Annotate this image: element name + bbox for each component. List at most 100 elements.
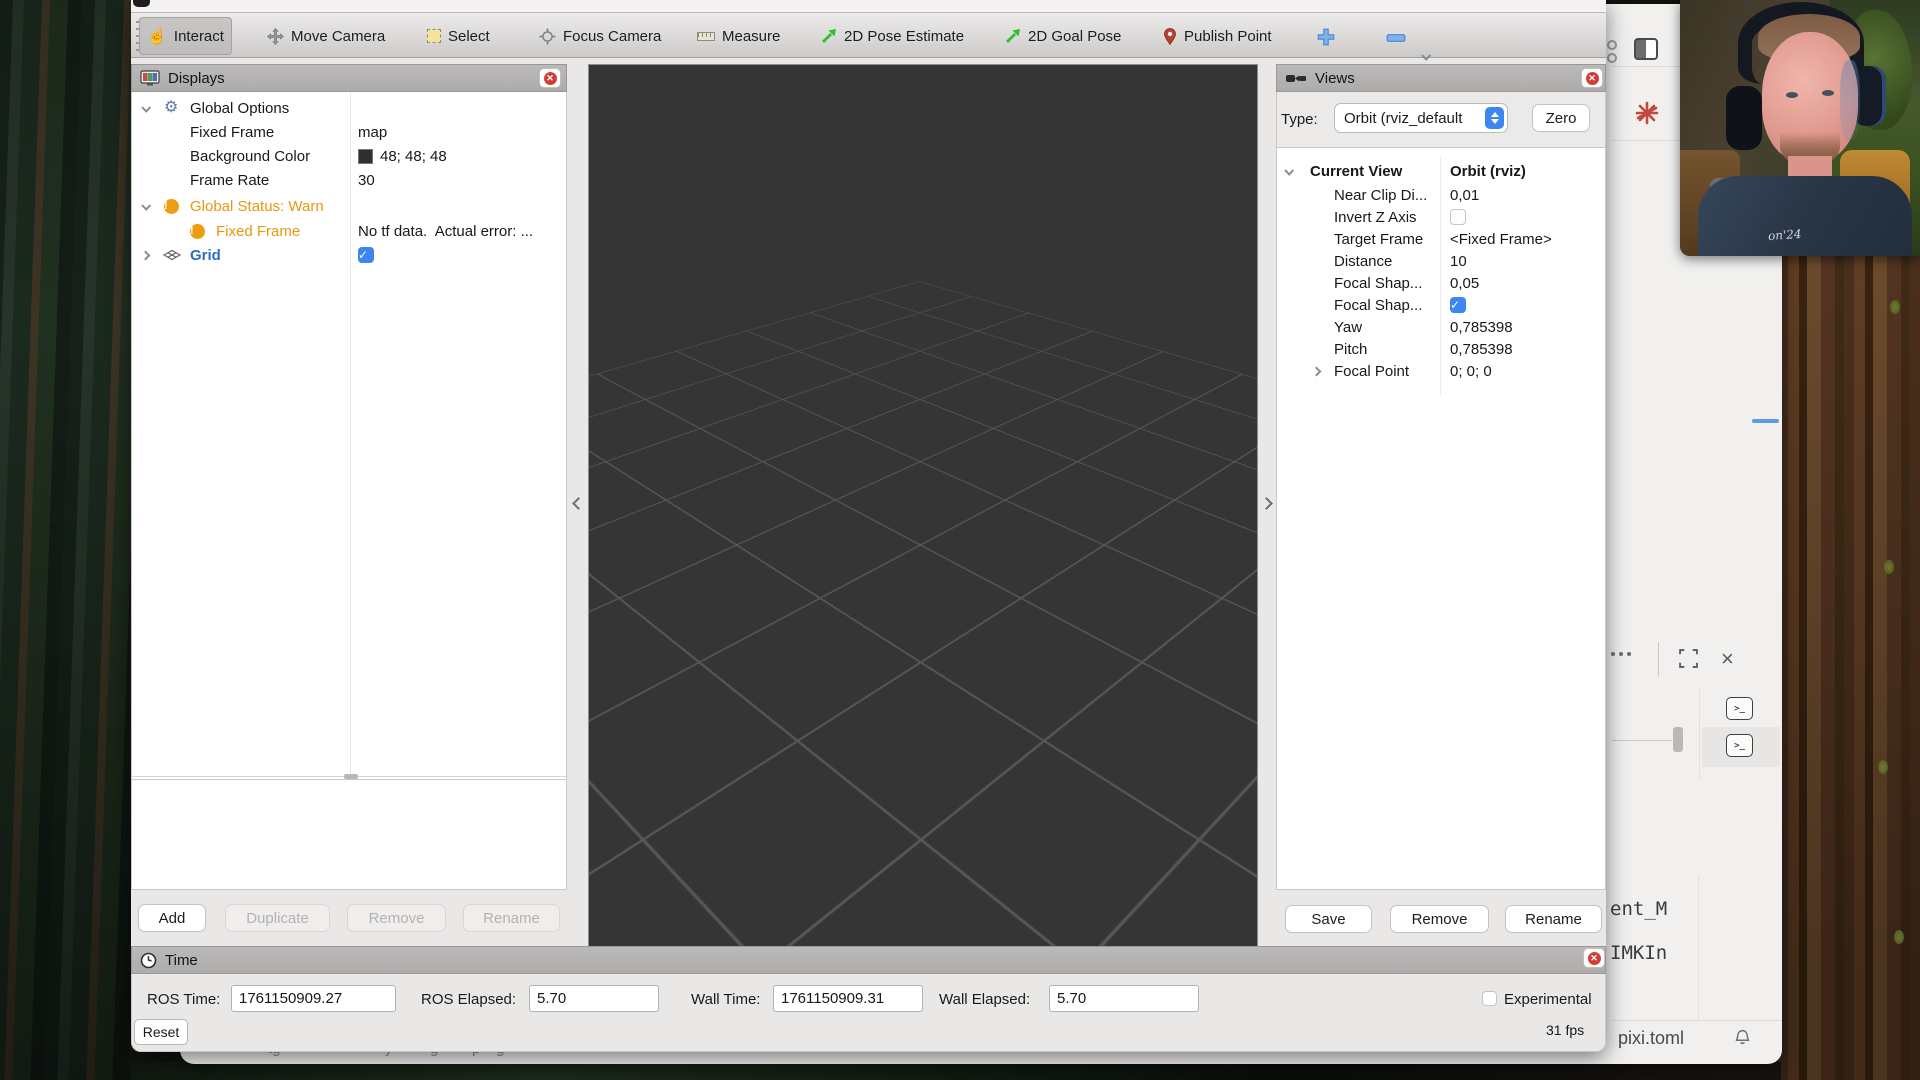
panel-divider bbox=[1698, 875, 1699, 1020]
property-row-frame-rate[interactable]: Frame Rate 30 bbox=[132, 168, 566, 192]
tool-measure[interactable]: Measure bbox=[689, 17, 788, 55]
grid-enabled-checkbox[interactable]: ✓ bbox=[358, 247, 374, 263]
expander-icon[interactable] bbox=[141, 102, 151, 112]
property-label: Focal Shap... bbox=[1334, 275, 1422, 292]
3d-viewport[interactable] bbox=[588, 64, 1258, 948]
tool-label: Publish Point bbox=[1184, 28, 1272, 45]
add-display-button[interactable]: Add bbox=[139, 905, 205, 931]
property-value[interactable]: <Fixed Frame> bbox=[1450, 231, 1552, 248]
remove-display-button[interactable]: Remove bbox=[348, 905, 445, 931]
property-label: Focal Shap... bbox=[1334, 297, 1422, 314]
rename-display-button[interactable]: Rename bbox=[464, 905, 559, 931]
view-row-focal-point[interactable]: Focal Point 0; 0; 0 bbox=[1277, 360, 1605, 382]
goal-pose-arrow-icon bbox=[1005, 28, 1021, 44]
remove-view-button[interactable]: Remove bbox=[1391, 906, 1488, 932]
property-row-global-options[interactable]: ⚙ Global Options bbox=[132, 96, 566, 120]
property-label: Grid bbox=[190, 247, 221, 264]
property-label: Fixed Frame bbox=[190, 124, 274, 141]
splitter-handle[interactable] bbox=[344, 774, 358, 779]
view-row-current-view[interactable]: Current View Orbit (rviz) bbox=[1277, 160, 1605, 182]
view-row-focal-shape-fixed[interactable]: Focal Shap... ✓ bbox=[1277, 294, 1605, 316]
collapse-left-panel-arrow[interactable] bbox=[571, 492, 585, 514]
dropdown-spinner-icon[interactable] bbox=[1485, 107, 1504, 129]
views-type-bar: Type: Orbit (rviz_default Zero bbox=[1276, 92, 1606, 148]
measure-ruler-icon bbox=[697, 32, 715, 41]
fullscreen-icon[interactable] bbox=[1679, 649, 1698, 668]
tool-2d-goal-pose[interactable]: 2D Goal Pose bbox=[997, 17, 1129, 55]
time-close-button[interactable]: ✕ bbox=[1584, 949, 1604, 967]
property-value[interactable]: map bbox=[358, 124, 387, 141]
expander-icon[interactable] bbox=[141, 200, 151, 210]
reset-button[interactable]: Reset bbox=[135, 1020, 187, 1044]
property-value[interactable]: 10 bbox=[1450, 253, 1467, 270]
color-swatch[interactable] bbox=[358, 149, 373, 164]
duplicate-display-button[interactable]: Duplicate bbox=[226, 905, 329, 931]
focal-shape-checkbox[interactable]: ✓ bbox=[1450, 297, 1466, 313]
view-row-invert-z[interactable]: Invert Z Axis bbox=[1277, 206, 1605, 228]
terminal-icon[interactable]: >_ bbox=[1726, 697, 1753, 720]
collapse-right-panel-arrow[interactable] bbox=[1259, 492, 1273, 514]
property-row-global-status[interactable]: ! Global Status: Warn bbox=[132, 194, 566, 218]
ros-time-input[interactable] bbox=[231, 985, 396, 1012]
property-row-grid[interactable]: Grid ✓ bbox=[132, 243, 566, 267]
experimental-checkbox[interactable] bbox=[1482, 991, 1497, 1006]
panel-divider bbox=[1699, 688, 1700, 780]
time-panel-header[interactable]: Time bbox=[131, 946, 1606, 974]
property-value[interactable]: 0,01 bbox=[1450, 187, 1479, 204]
tool-focus-camera[interactable]: Focus Camera bbox=[531, 17, 669, 55]
remove-tool-button[interactable] bbox=[1386, 33, 1406, 43]
move-camera-icon bbox=[267, 28, 284, 45]
displays-close-button[interactable]: ✕ bbox=[540, 69, 560, 87]
window-top-strip bbox=[131, 0, 1606, 12]
expander-icon[interactable] bbox=[1312, 366, 1322, 376]
tool-label: 2D Goal Pose bbox=[1028, 28, 1121, 45]
tool-interact[interactable]: ☝ Interact bbox=[139, 17, 232, 55]
ros-elapsed-input[interactable] bbox=[529, 985, 659, 1012]
ground-plane-grid bbox=[588, 281, 1258, 948]
view-type-dropdown[interactable]: Orbit (rviz_default bbox=[1335, 104, 1507, 132]
property-value[interactable]: 0; 0; 0 bbox=[1450, 363, 1492, 380]
invert-z-checkbox[interactable] bbox=[1450, 209, 1466, 225]
expander-icon[interactable] bbox=[141, 250, 151, 260]
bell-icon[interactable] bbox=[1733, 1028, 1752, 1047]
views-close-button[interactable]: ✕ bbox=[1582, 69, 1602, 87]
view-row-yaw[interactable]: Yaw 0,785398 bbox=[1277, 316, 1605, 338]
property-value[interactable]: 0,05 bbox=[1450, 275, 1479, 292]
layout-panel-icon[interactable] bbox=[1634, 38, 1658, 60]
property-label: Current View bbox=[1310, 163, 1402, 180]
property-value[interactable]: 0,785398 bbox=[1450, 341, 1513, 358]
tool-publish-point[interactable]: Publish Point bbox=[1155, 17, 1280, 55]
expander-icon[interactable] bbox=[1284, 165, 1294, 175]
displays-panel-header[interactable]: Displays bbox=[131, 64, 567, 92]
rename-view-button[interactable]: Rename bbox=[1506, 906, 1601, 932]
close-icon[interactable]: × bbox=[1721, 650, 1734, 668]
more-options-icon[interactable] bbox=[1611, 652, 1631, 656]
property-row-background-color[interactable]: Background Color 48; 48; 48 bbox=[132, 144, 566, 168]
terminal-icon[interactable]: >_ bbox=[1726, 734, 1753, 757]
view-row-focal-shape-size[interactable]: Focal Shap... 0,05 bbox=[1277, 272, 1605, 294]
property-label: Global Options bbox=[190, 100, 289, 117]
zero-button[interactable]: Zero bbox=[1533, 105, 1589, 131]
tool-select[interactable]: Select bbox=[419, 17, 498, 55]
wall-time-input[interactable] bbox=[773, 985, 923, 1012]
headphone-earcup-left bbox=[1726, 86, 1762, 150]
starburst-icon[interactable] bbox=[1634, 100, 1660, 126]
tool-2d-pose-estimate[interactable]: 2D Pose Estimate bbox=[813, 17, 972, 55]
save-view-button[interactable]: Save bbox=[1286, 906, 1371, 932]
property-value[interactable]: 0,785398 bbox=[1450, 319, 1513, 336]
view-row-pitch[interactable]: Pitch 0,785398 bbox=[1277, 338, 1605, 360]
property-row-fixed-frame-warning[interactable]: ! Fixed Frame No tf data. Actual error: … bbox=[132, 219, 566, 243]
view-row-distance[interactable]: Distance 10 bbox=[1277, 250, 1605, 272]
property-value[interactable]: 30 bbox=[358, 172, 375, 189]
add-tool-button[interactable] bbox=[1316, 27, 1336, 47]
wall-elapsed-input[interactable] bbox=[1049, 985, 1199, 1012]
toolbar-overflow-chevron-icon[interactable] bbox=[1421, 51, 1431, 61]
property-value[interactable]: 48; 48; 48 bbox=[380, 148, 447, 165]
scrollbar-thumb[interactable] bbox=[1673, 727, 1683, 752]
view-row-near-clip[interactable]: Near Clip Di... 0,01 bbox=[1277, 184, 1605, 206]
tool-move-camera[interactable]: Move Camera bbox=[259, 17, 393, 55]
view-row-target-frame[interactable]: Target Frame <Fixed Frame> bbox=[1277, 228, 1605, 250]
property-row-fixed-frame[interactable]: Fixed Frame map bbox=[132, 120, 566, 144]
views-panel-header[interactable]: Views bbox=[1276, 64, 1606, 92]
statusbar-filename: pixi.toml bbox=[1618, 1028, 1684, 1049]
